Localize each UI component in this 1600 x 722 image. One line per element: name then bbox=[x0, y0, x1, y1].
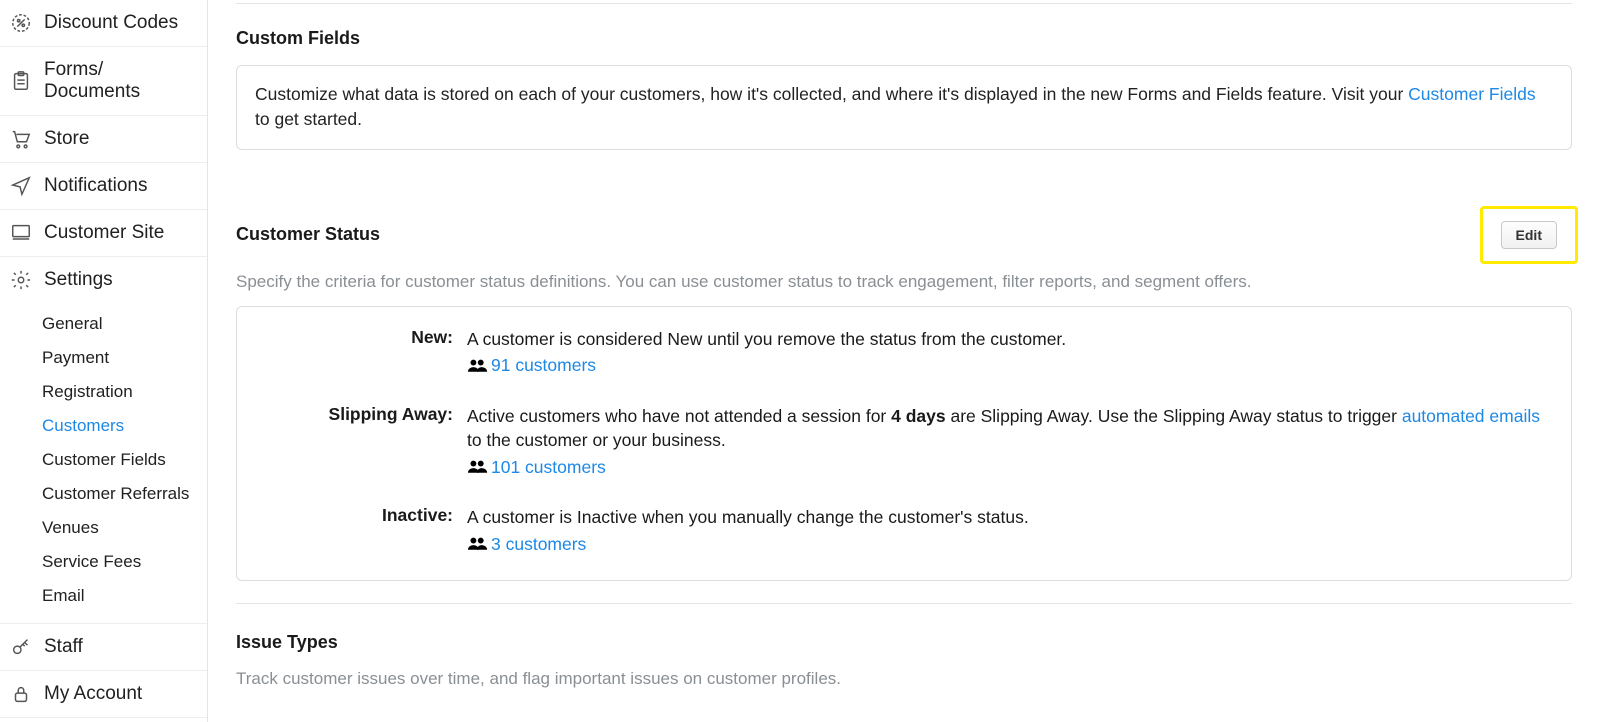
sidebar-item-customer-site[interactable]: Customer Site bbox=[0, 210, 207, 257]
subnav-customer-referrals[interactable]: Customer Referrals bbox=[0, 477, 207, 511]
users-icon bbox=[467, 358, 489, 374]
custom-fields-desc-pre: Customize what data is stored on each of… bbox=[255, 84, 1408, 104]
customer-status-box: New: A customer is considered New until … bbox=[236, 306, 1572, 582]
custom-fields-title: Custom Fields bbox=[236, 28, 1572, 49]
subnav-service-fees[interactable]: Service Fees bbox=[0, 545, 207, 579]
issue-types-title: Issue Types bbox=[236, 632, 1572, 653]
subnav-registration[interactable]: Registration bbox=[0, 375, 207, 409]
edit-button[interactable]: Edit bbox=[1501, 221, 1557, 249]
discount-icon bbox=[10, 12, 32, 34]
sidebar-item-staff[interactable]: Staff bbox=[0, 624, 207, 671]
form-icon bbox=[10, 70, 32, 92]
sidebar-label: Customer Site bbox=[44, 222, 164, 244]
subnav-general[interactable]: General bbox=[0, 307, 207, 341]
main-content: Custom Fields Customize what data is sto… bbox=[208, 0, 1600, 722]
status-desc-slipping: Active customers who have not attended a… bbox=[467, 404, 1547, 453]
inactive-customers-link[interactable]: 3 customers bbox=[491, 532, 586, 557]
sidebar-item-forms-documents[interactable]: Forms/ Documents bbox=[0, 47, 207, 116]
status-label-inactive: Inactive: bbox=[261, 505, 467, 556]
custom-fields-info: Customize what data is stored on each of… bbox=[236, 65, 1572, 150]
cart-icon bbox=[10, 128, 32, 150]
key-icon bbox=[10, 636, 32, 658]
sidebar-label: Staff bbox=[44, 636, 83, 658]
sidebar-label: Store bbox=[44, 128, 89, 150]
users-icon bbox=[467, 536, 489, 552]
custom-fields-desc-post: to get started. bbox=[255, 109, 362, 129]
gear-icon bbox=[10, 269, 32, 291]
sidebar-item-discount-codes[interactable]: Discount Codes bbox=[0, 0, 207, 47]
sidebar-item-store[interactable]: Store bbox=[0, 116, 207, 163]
sidebar-item-settings[interactable]: Settings bbox=[0, 257, 207, 303]
status-label-new: New: bbox=[261, 327, 467, 378]
status-row-new: New: A customer is considered New until … bbox=[261, 327, 1547, 378]
sidebar-item-notifications[interactable]: Notifications bbox=[0, 163, 207, 210]
status-label-slipping: Slipping Away: bbox=[261, 404, 467, 480]
settings-subnav: General Payment Registration Customers C… bbox=[0, 303, 207, 624]
automated-emails-link[interactable]: automated emails bbox=[1402, 406, 1540, 426]
sidebar-label: Notifications bbox=[44, 175, 148, 197]
lock-icon bbox=[10, 683, 32, 705]
sidebar-label: My Account bbox=[44, 683, 142, 705]
edit-highlight: Edit bbox=[1480, 206, 1578, 264]
status-row-inactive: Inactive: A customer is Inactive when yo… bbox=[261, 505, 1547, 556]
sidebar: Discount Codes Forms/ Documents Store No… bbox=[0, 0, 208, 722]
slipping-customers-link[interactable]: 101 customers bbox=[491, 455, 606, 480]
send-icon bbox=[10, 175, 32, 197]
sidebar-label: Discount Codes bbox=[44, 12, 178, 34]
subnav-payment[interactable]: Payment bbox=[0, 341, 207, 375]
sidebar-label: Forms/ Documents bbox=[44, 59, 140, 103]
subnav-venues[interactable]: Venues bbox=[0, 511, 207, 545]
issue-types-subtext: Track customer issues over time, and fla… bbox=[236, 669, 1572, 689]
customer-fields-link[interactable]: Customer Fields bbox=[1408, 84, 1535, 104]
sidebar-item-my-account[interactable]: My Account bbox=[0, 671, 207, 718]
status-row-slipping: Slipping Away: Active customers who have… bbox=[261, 404, 1547, 480]
users-icon bbox=[467, 459, 489, 475]
subnav-email[interactable]: Email bbox=[0, 579, 207, 613]
customer-status-title: Customer Status bbox=[236, 224, 380, 245]
status-desc-new: A customer is considered New until you r… bbox=[467, 327, 1547, 352]
customer-status-subtext: Specify the criteria for customer status… bbox=[236, 272, 1572, 292]
subnav-customers[interactable]: Customers bbox=[0, 409, 207, 443]
status-desc-inactive: A customer is Inactive when you manually… bbox=[467, 505, 1547, 530]
new-customers-link[interactable]: 91 customers bbox=[491, 353, 596, 378]
subnav-customer-fields[interactable]: Customer Fields bbox=[0, 443, 207, 477]
sidebar-label: Settings bbox=[44, 269, 113, 291]
monitor-icon bbox=[10, 222, 32, 244]
